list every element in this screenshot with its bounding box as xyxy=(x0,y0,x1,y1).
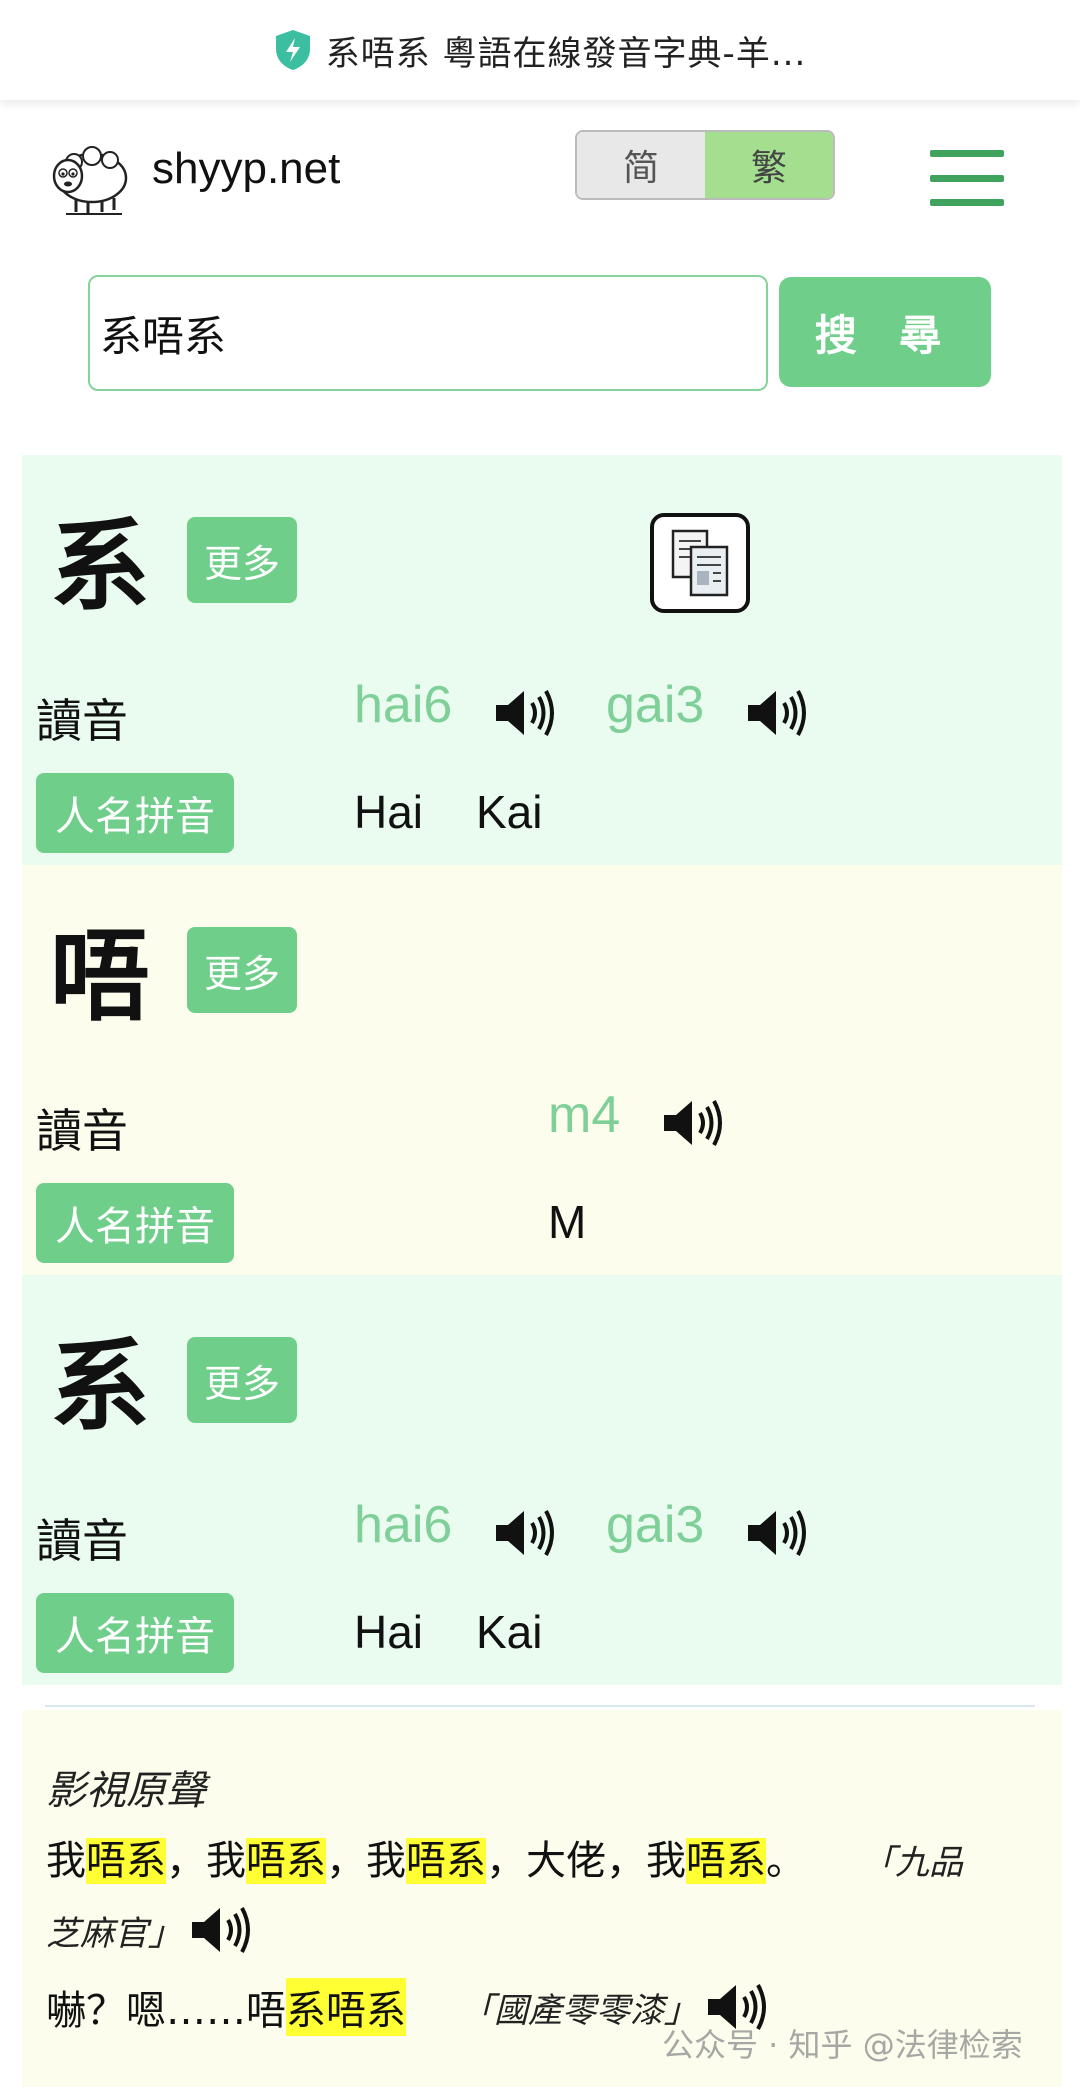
script-toggle: 简 繁 xyxy=(575,130,835,200)
highlight: 系唔系 xyxy=(286,1978,406,2036)
quote-source: 芝麻官」 xyxy=(46,1913,182,1954)
search-button[interactable]: 搜 尋 xyxy=(779,277,991,387)
quote-line: 芝麻官」 xyxy=(46,1902,254,1958)
jyutping: hai6 xyxy=(354,1496,453,1554)
character: 唔 xyxy=(50,918,150,1035)
search-input[interactable]: 系唔系 xyxy=(88,275,768,391)
jyutping: m4 xyxy=(548,1086,621,1144)
watermark: 公众号 · 知乎 @法律检索 xyxy=(662,2026,1023,2064)
reading-label: 讀音 xyxy=(36,1514,128,1568)
speaker-icon[interactable] xyxy=(746,1505,810,1561)
name-romanization: Hai xyxy=(354,1606,424,1658)
section-title: 影視原聲 xyxy=(46,1768,206,1814)
jyutping: gai3 xyxy=(606,676,705,734)
traditional-option[interactable]: 繁 xyxy=(705,132,833,198)
speaker-icon[interactable] xyxy=(494,1505,558,1561)
name-romanization: Hai xyxy=(354,786,424,838)
character: 系 xyxy=(50,1328,150,1445)
site-header: shyyp.net 简 繁 xyxy=(0,100,1080,250)
more-button[interactable]: 更多 xyxy=(187,517,297,603)
highlight: 唔系 xyxy=(686,1838,766,1884)
name-romanization: Kai xyxy=(476,1606,543,1658)
jyutping: gai3 xyxy=(606,1496,705,1554)
speaker-icon[interactable] xyxy=(746,685,810,741)
quote-line: 我唔系，我唔系，我唔系，大佬，我唔系。 「九品 xyxy=(46,1838,963,1884)
name-romanization: Kai xyxy=(476,786,543,838)
speaker-icon[interactable] xyxy=(190,1902,254,1958)
browser-title-bar: 系唔系 粵語在線發音字典-羊... xyxy=(0,0,1080,100)
section-divider xyxy=(45,1705,1035,1707)
highlight: 唔系 xyxy=(86,1838,166,1884)
simplified-option[interactable]: 简 xyxy=(577,132,705,198)
speaker-icon[interactable] xyxy=(494,685,558,741)
char-entry-1: 系 更多 讀音 hai6 gai3 人名拼音 Hai Kai xyxy=(22,455,1062,865)
shield-bolt-icon xyxy=(275,30,310,70)
name-romanization-button[interactable]: 人名拼音 xyxy=(36,1593,234,1673)
char-entry-2: 唔 更多 讀音 m4 人名拼音 M xyxy=(22,865,1062,1275)
highlight: 唔系 xyxy=(246,1838,326,1884)
site-name[interactable]: shyyp.net xyxy=(152,144,340,194)
name-romanization-button[interactable]: 人名拼音 xyxy=(36,1183,234,1263)
more-button[interactable]: 更多 xyxy=(187,927,297,1013)
char-entry-3: 系 更多 讀音 hai6 gai3 人名拼音 Hai Kai xyxy=(22,1275,1062,1685)
quote-source: 「九品 xyxy=(878,1843,963,1883)
name-romanization: M xyxy=(548,1196,587,1248)
browser-title: 系唔系 粵語在線發音字典-羊... xyxy=(325,33,807,74)
more-button[interactable]: 更多 xyxy=(187,1337,297,1423)
copy-icon[interactable] xyxy=(650,513,750,613)
sheep-logo-icon[interactable] xyxy=(46,140,130,216)
reading-label: 讀音 xyxy=(36,1104,128,1158)
character: 系 xyxy=(50,508,150,625)
highlight: 唔系 xyxy=(406,1838,486,1884)
reading-label: 讀音 xyxy=(36,694,128,748)
jyutping: hai6 xyxy=(354,676,453,734)
name-romanization-button[interactable]: 人名拼音 xyxy=(36,773,234,853)
hamburger-menu-icon[interactable] xyxy=(930,150,1004,206)
speaker-icon[interactable] xyxy=(662,1095,726,1151)
